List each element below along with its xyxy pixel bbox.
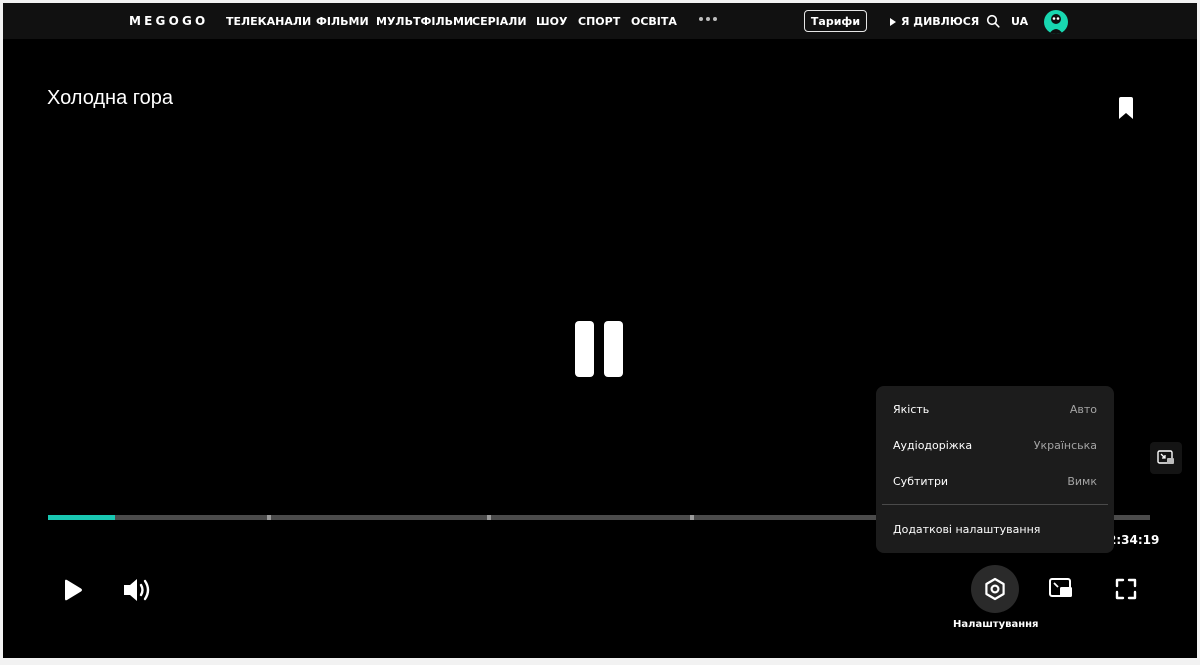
language-selector[interactable]: UA bbox=[1011, 15, 1028, 28]
avatar-face-icon bbox=[1049, 14, 1063, 34]
miniplayer-icon[interactable] bbox=[1048, 577, 1074, 599]
pip-glyph-icon bbox=[1157, 450, 1174, 464]
menu-item-subtitles[interactable]: Субтитри Вимк bbox=[876, 469, 1114, 493]
chapter-mark bbox=[690, 515, 694, 520]
menu-item-quality[interactable]: Якість Авто bbox=[876, 397, 1114, 421]
nav-item-series[interactable]: СЕРІАЛИ bbox=[472, 15, 527, 28]
nav-item-cartoons[interactable]: МУЛЬТФІЛЬМИ bbox=[376, 15, 473, 28]
top-navigation: MEGOGO ТЕЛЕКАНАЛИ ФІЛЬМИ МУЛЬТФІЛЬМИ СЕР… bbox=[3, 3, 1197, 39]
settings-button[interactable] bbox=[971, 565, 1019, 613]
progress-fill bbox=[48, 515, 115, 520]
watching-label: Я ДИВЛЮСЯ bbox=[901, 15, 980, 28]
subtitles-value: Вимк bbox=[1067, 474, 1097, 488]
audio-label: Аудіодоріжка bbox=[893, 438, 973, 452]
play-mini-icon bbox=[890, 17, 896, 26]
avatar[interactable] bbox=[1044, 10, 1068, 34]
menu-item-advanced[interactable]: Додаткові налаштування bbox=[876, 517, 1114, 541]
pip-icon[interactable] bbox=[1150, 442, 1182, 474]
menu-divider bbox=[882, 504, 1108, 505]
nav-item-sport[interactable]: СПОРТ bbox=[578, 15, 620, 28]
megogo-logo[interactable]: MEGOGO bbox=[129, 14, 208, 28]
audio-value: Українська bbox=[1033, 438, 1097, 452]
more-dots-icon[interactable] bbox=[699, 17, 717, 21]
fullscreen-icon[interactable] bbox=[1115, 578, 1137, 600]
subtitles-label: Субтитри bbox=[893, 474, 949, 488]
advanced-label: Додаткові налаштування bbox=[893, 522, 1041, 536]
watching-button[interactable]: Я ДИВЛЮСЯ bbox=[890, 15, 979, 28]
pause-icon[interactable] bbox=[575, 321, 625, 377]
settings-label: Налаштування bbox=[953, 619, 1039, 630]
play-icon[interactable] bbox=[63, 579, 83, 601]
nav-item-education[interactable]: ОСВІТА bbox=[631, 15, 677, 28]
chapter-mark bbox=[487, 515, 491, 520]
nav-item-tv[interactable]: ТЕЛЕКАНАЛИ bbox=[226, 15, 311, 28]
settings-menu: Якість Авто Аудіодоріжка Українська Субт… bbox=[876, 386, 1114, 553]
gear-icon bbox=[985, 577, 1005, 601]
menu-item-audio[interactable]: Аудіодоріжка Українська bbox=[876, 433, 1114, 457]
player-window: MEGOGO ТЕЛЕКАНАЛИ ФІЛЬМИ МУЛЬТФІЛЬМИ СЕР… bbox=[3, 3, 1197, 658]
video-title: Холодна гора bbox=[47, 87, 173, 109]
remaining-time: 2:34:19 bbox=[1108, 533, 1160, 547]
quality-label: Якість bbox=[893, 402, 930, 416]
chapter-mark bbox=[267, 515, 271, 520]
search-icon[interactable] bbox=[986, 14, 1000, 28]
nav-item-films[interactable]: ФІЛЬМИ bbox=[316, 15, 369, 28]
bookmark-icon[interactable] bbox=[1117, 97, 1135, 119]
tariffs-button[interactable]: Тарифи bbox=[804, 10, 867, 32]
quality-value: Авто bbox=[1069, 402, 1097, 416]
volume-icon[interactable] bbox=[123, 577, 153, 603]
nav-item-show[interactable]: ШОУ bbox=[536, 15, 567, 28]
